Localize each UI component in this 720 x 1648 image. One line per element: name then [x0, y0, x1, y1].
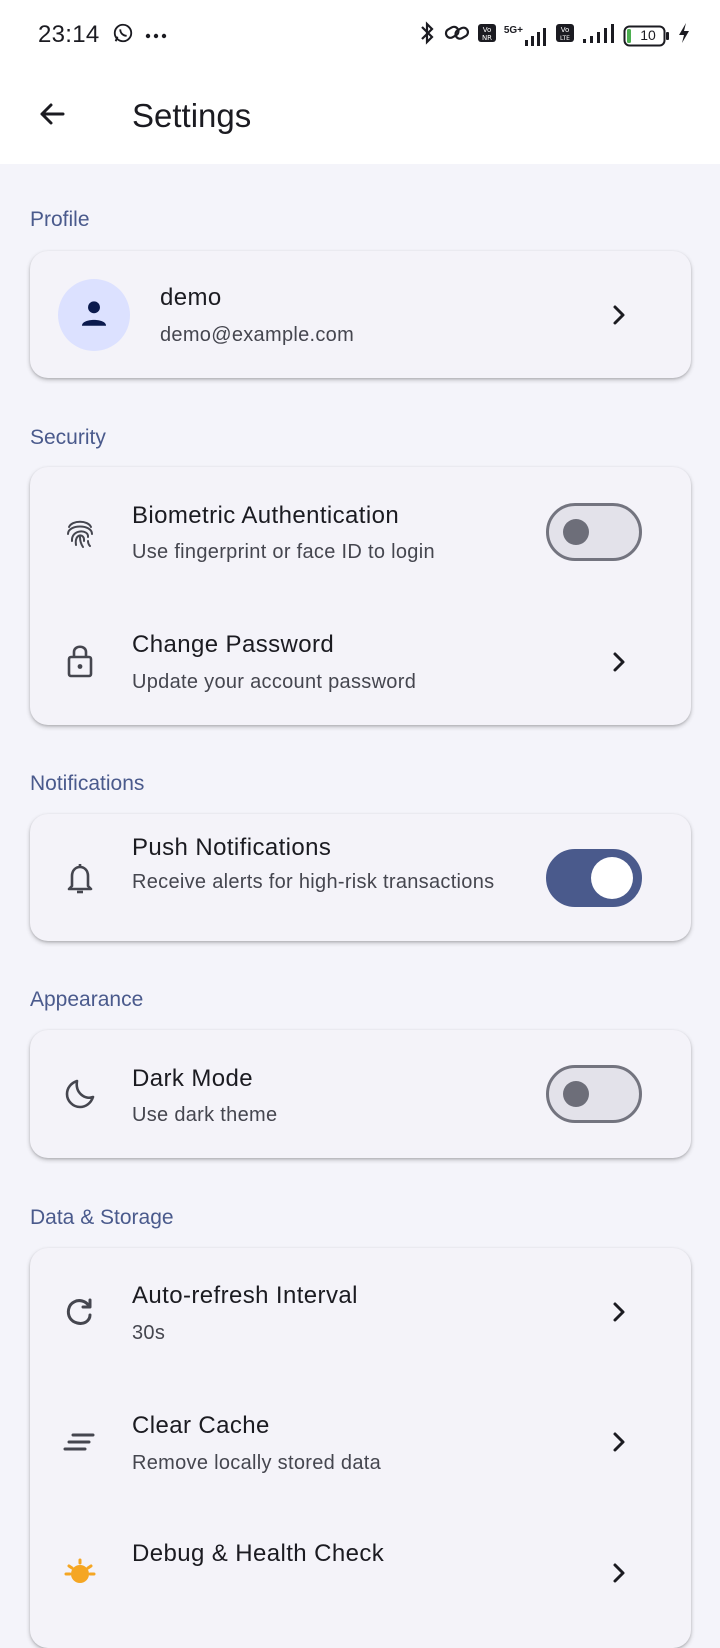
- push-notifications-toggle[interactable]: [546, 849, 642, 907]
- whatsapp-icon: [112, 22, 134, 49]
- biometric-title: Biometric Authentication: [132, 502, 400, 529]
- chevron-right-icon: [604, 647, 634, 677]
- auto-refresh-title: Auto-refresh Interval: [132, 1282, 358, 1309]
- debug-health-row[interactable]: Debug & Health Check: [30, 1506, 691, 1648]
- chevron-right-icon: [604, 300, 634, 330]
- section-header-profile: Profile: [30, 208, 90, 231]
- chevron-right-icon: [604, 1427, 634, 1457]
- moon-icon: [60, 1074, 100, 1114]
- back-button[interactable]: [30, 94, 74, 138]
- clear-cache-subtitle: Remove locally stored data: [132, 1452, 382, 1474]
- change-password-subtitle: Update your account password: [132, 671, 417, 693]
- bluetooth-icon: [417, 20, 437, 51]
- appearance-card: Dark Mode Use dark theme: [30, 1030, 691, 1158]
- dark-mode-subtitle: Use dark theme: [132, 1104, 278, 1126]
- chevron-right-icon: [604, 1297, 634, 1327]
- person-icon: [77, 296, 111, 335]
- change-password-title: Change Password: [132, 631, 335, 658]
- avatar: [58, 279, 130, 351]
- section-header-security: Security: [30, 426, 106, 449]
- auto-refresh-row[interactable]: Auto-refresh Interval 30s: [30, 1248, 691, 1378]
- svg-text:Vo: Vo: [561, 26, 570, 34]
- dark-mode-row[interactable]: Dark Mode Use dark theme: [30, 1030, 691, 1158]
- volte-lte-icon: Vo LTE: [555, 22, 575, 49]
- notifications-card: Push Notifications Receive alerts for hi…: [30, 814, 691, 941]
- clear-cache-title: Clear Cache: [132, 1412, 270, 1439]
- profile-email: demo@example.com: [160, 324, 355, 346]
- bug-icon: [60, 1552, 100, 1592]
- profile-name: demo: [160, 284, 222, 311]
- arrow-left-icon: [36, 98, 68, 135]
- status-bar: 23:14 Vo NR 5G+ Vo LTE 10: [0, 0, 720, 72]
- app-bar: Settings: [0, 72, 720, 164]
- section-header-data-storage: Data & Storage: [30, 1206, 174, 1229]
- battery-icon: 10: [623, 24, 671, 48]
- clear-cache-row[interactable]: Clear Cache Remove locally stored data: [30, 1378, 691, 1506]
- profile-card[interactable]: demo demo@example.com: [30, 251, 691, 378]
- push-notifications-subtitle: Receive alerts for high-risk transaction…: [132, 871, 495, 893]
- lock-icon: [60, 641, 100, 681]
- refresh-icon: [60, 1292, 100, 1332]
- fingerprint-icon: [60, 513, 100, 553]
- push-notifications-row[interactable]: Push Notifications Receive alerts for hi…: [30, 814, 691, 941]
- auto-refresh-value: 30s: [132, 1322, 166, 1344]
- svg-text:NR: NR: [482, 34, 492, 42]
- page-title: Settings: [132, 97, 252, 134]
- change-password-row[interactable]: Change Password Update your account pass…: [30, 597, 691, 725]
- link-icon: [444, 22, 470, 49]
- charging-icon: [678, 22, 690, 49]
- biometric-toggle[interactable]: [546, 503, 642, 561]
- svg-text:Vo: Vo: [483, 26, 492, 34]
- data-storage-card: Auto-refresh Interval 30s Clear Cache Re…: [30, 1248, 691, 1648]
- security-card: Biometric Authentication Use fingerprint…: [30, 467, 691, 725]
- more-dots-icon: [144, 27, 168, 45]
- debug-health-title: Debug & Health Check: [132, 1540, 385, 1567]
- signal-icon: [582, 22, 616, 49]
- section-header-notifications: Notifications: [30, 772, 145, 795]
- dark-mode-toggle[interactable]: [546, 1065, 642, 1123]
- svg-text:LTE: LTE: [560, 35, 570, 42]
- chevron-right-icon: [604, 1558, 634, 1588]
- volte-icon: Vo NR: [477, 22, 497, 49]
- biometric-row[interactable]: Biometric Authentication Use fingerprint…: [30, 467, 691, 597]
- clear-all-icon: [60, 1422, 100, 1462]
- biometric-subtitle: Use fingerprint or face ID to login: [132, 541, 435, 563]
- push-notifications-title: Push Notifications: [132, 834, 332, 861]
- section-header-appearance: Appearance: [30, 988, 144, 1011]
- dark-mode-title: Dark Mode: [132, 1065, 253, 1092]
- status-time: 23:14: [38, 21, 100, 48]
- bell-icon: [60, 858, 100, 898]
- signal-5g-icon: 5G+: [504, 25, 548, 47]
